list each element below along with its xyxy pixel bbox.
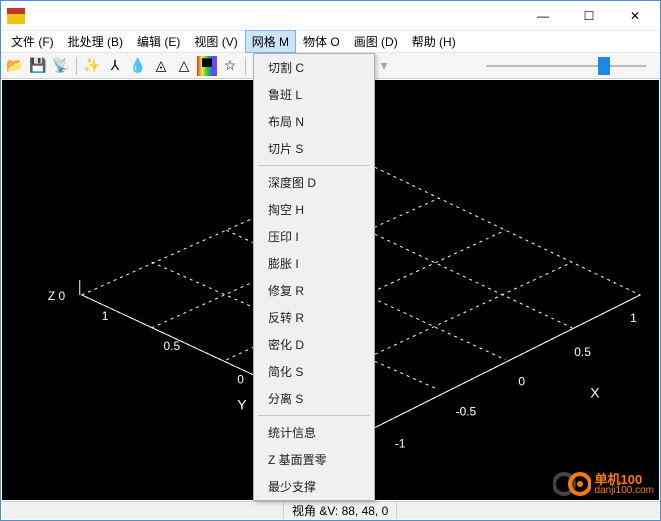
menu-mesh-item[interactable]: 最少支撑 (254, 473, 374, 500)
menu-help[interactable]: 帮助 (H) (406, 31, 462, 52)
transmit-icon[interactable]: 📡 (51, 56, 71, 76)
cone-icon[interactable]: △ (174, 56, 194, 76)
rainbow-icon[interactable]: ▀ (197, 56, 217, 76)
menu-mesh-item[interactable]: 膨胀 I (254, 250, 374, 277)
app-icon (7, 8, 25, 24)
open-icon[interactable]: 📂 (5, 56, 25, 76)
watermark-url: danji100.com (595, 486, 654, 496)
menubar: 文件 (F)批处理 (B)编辑 (E)视图 (V)网格 M物体 O画图 (D)帮… (1, 31, 660, 53)
branch-icon[interactable]: ⅄ (105, 56, 125, 76)
svg-text:0.5: 0.5 (164, 339, 181, 353)
menu-mesh-item[interactable]: 反转 R (254, 304, 374, 331)
menu-mesh-item[interactable]: 切割 C (254, 54, 374, 81)
redo-dd-icon[interactable]: ▾ (374, 56, 394, 76)
svg-text:-0.5: -0.5 (456, 405, 477, 419)
menu-file[interactable]: 文件 (F) (5, 31, 60, 52)
close-button[interactable]: ✕ (612, 1, 658, 31)
status-cell-0 (2, 502, 284, 519)
watermark: 单机100 danji100.com (553, 470, 654, 498)
watermark-text-cn: 单机100 (595, 473, 654, 486)
maximize-button[interactable]: ☐ (566, 1, 612, 31)
svg-text:0: 0 (237, 373, 244, 387)
save-icon[interactable]: 💾 (28, 56, 48, 76)
svg-text:-1: -1 (395, 437, 406, 451)
menu-mesh[interactable]: 网格 M (246, 31, 295, 52)
watermark-logo-icon (553, 470, 591, 498)
titlebar: — ☐ ✕ (1, 1, 660, 31)
minimize-button[interactable]: — (520, 1, 566, 31)
statusbar: 视角 &V: 88, 48, 0 (2, 501, 659, 519)
prism-icon[interactable]: ◬ (151, 56, 171, 76)
menu-mesh-item[interactable]: 密化 D (254, 331, 374, 358)
menu-mesh-item[interactable]: 鲁班 L (254, 81, 374, 108)
menu-draw[interactable]: 画图 (D) (348, 31, 404, 52)
menu-mesh-item[interactable]: 统计信息 (254, 419, 374, 446)
menu-mesh-item[interactable]: 布局 N (254, 108, 374, 135)
menu-mesh-item[interactable]: Z 基面置零 (254, 446, 374, 473)
menu-mesh-item[interactable]: 简化 S (254, 358, 374, 385)
svg-text:Z 0: Z 0 (48, 289, 66, 303)
spark-icon[interactable]: ✨ (82, 56, 102, 76)
menu-mesh-item[interactable]: 修复 R (254, 277, 374, 304)
menu-view[interactable]: 视图 (V) (188, 31, 243, 52)
svg-text:0: 0 (518, 375, 525, 389)
svg-text:1: 1 (630, 311, 637, 325)
menu-mesh-item[interactable]: 压印 I (254, 223, 374, 250)
drip-icon[interactable]: 💧 (128, 56, 148, 76)
svg-text:1: 1 (102, 309, 109, 323)
slider-thumb[interactable] (598, 57, 610, 75)
menu-mesh-item[interactable]: 切片 S (254, 135, 374, 162)
menu-mesh-item[interactable]: 掏空 H (254, 196, 374, 223)
menu-mesh-dropdown: 切割 C鲁班 L布局 N切片 S 深度图 D掏空 H压印 I膨胀 I修复 R反转 … (253, 53, 375, 501)
status-view-angle: 视角 &V: 88, 48, 0 (284, 502, 397, 519)
menu-mesh-item[interactable]: 深度图 D (254, 169, 374, 196)
menu-batch[interactable]: 批处理 (B) (62, 31, 129, 52)
svg-text:Y: Y (237, 397, 246, 413)
svg-text:0.5: 0.5 (574, 345, 591, 359)
menu-mesh-item[interactable]: 分离 S (254, 385, 374, 412)
menu-edit[interactable]: 编辑 (E) (131, 31, 186, 52)
menu-object[interactable]: 物体 O (297, 31, 346, 52)
svg-text:X: X (590, 385, 599, 401)
zoom-slider[interactable] (486, 56, 646, 76)
star-icon[interactable]: ☆ (220, 56, 240, 76)
